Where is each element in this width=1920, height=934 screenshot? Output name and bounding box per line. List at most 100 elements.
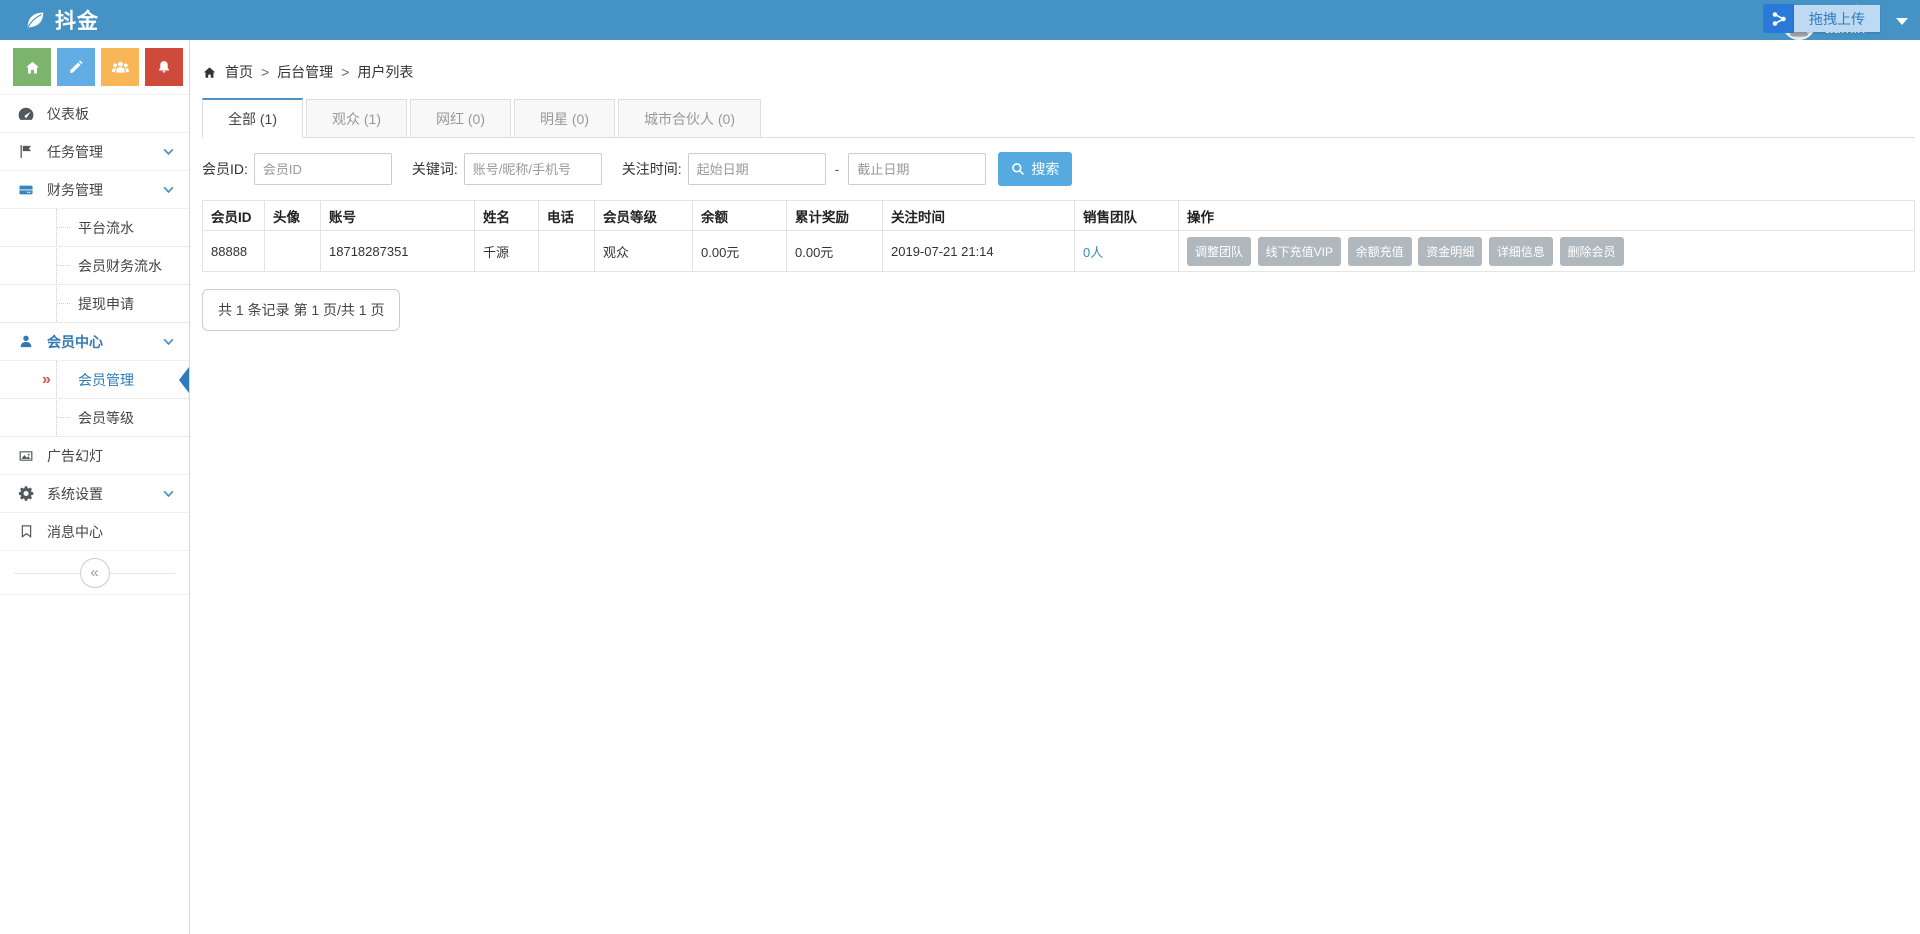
gauge-icon	[14, 105, 38, 123]
search-bar: 会员ID: 关键词: 关注时间: - 搜索	[202, 152, 1915, 186]
follow-time-label: 关注时间:	[622, 159, 682, 179]
col-phone: 电话	[539, 201, 595, 231]
submenu-item-label: 会员财务流水	[78, 256, 162, 276]
tab-all[interactable]: 全部 (1)	[202, 98, 303, 138]
date-range-separator: -	[835, 161, 840, 177]
app-logo: 抖金	[24, 0, 99, 40]
tab-star[interactable]: 明星 (0)	[514, 99, 615, 138]
sales-team-link[interactable]: 0人	[1083, 245, 1103, 260]
sidebar-item-member-management[interactable]: » 会员管理	[0, 361, 189, 399]
adjust-team-button[interactable]: 调整团队	[1187, 237, 1251, 266]
delete-member-button[interactable]: 删除会员	[1560, 237, 1624, 266]
sidebar-item-message-center[interactable]: 消息中心	[0, 513, 189, 551]
col-avatar: 头像	[265, 201, 321, 231]
submenu-item-label: 平台流水	[78, 218, 134, 238]
breadcrumb-item[interactable]: 后台管理	[277, 62, 333, 82]
app-title: 抖金	[55, 5, 99, 35]
main-content: 首页 > 后台管理 > 用户列表 全部 (1) 观众 (1) 网红 (0) 明星…	[190, 40, 1920, 934]
breadcrumb: 首页 > 后台管理 > 用户列表	[202, 62, 1915, 82]
col-sales-team: 销售团队	[1075, 201, 1179, 231]
users-group-icon	[111, 59, 130, 76]
col-account: 账号	[321, 201, 475, 231]
sidebar-item-withdraw-request[interactable]: 提现申请	[0, 285, 189, 323]
gear-icon	[14, 485, 38, 502]
members-shortcut-button[interactable]	[101, 48, 139, 86]
hdd-icon	[14, 182, 38, 198]
home-icon	[202, 65, 217, 80]
bookmark-icon	[14, 523, 38, 540]
sidebar-item-member-finance-flow[interactable]: 会员财务流水	[0, 247, 189, 285]
fund-detail-button[interactable]: 资金明细	[1418, 237, 1482, 266]
search-button[interactable]: 搜索	[998, 152, 1072, 186]
edit-shortcut-button[interactable]	[57, 48, 95, 86]
member-type-tabs: 全部 (1) 观众 (1) 网红 (0) 明星 (0) 城市合伙人 (0)	[202, 98, 1915, 138]
cell-follow-time: 2019-07-21 21:14	[883, 231, 1075, 272]
tab-city-partner[interactable]: 城市合伙人 (0)	[618, 99, 761, 138]
member-table: 会员ID 头像 账号 姓名 电话 会员等级 余额 累计奖励 关注时间 销售团队 …	[202, 200, 1915, 272]
cell-sales-team: 0人	[1075, 231, 1179, 272]
finance-submenu: 平台流水 会员财务流水 提现申请	[0, 209, 189, 323]
leaf-icon	[24, 9, 46, 31]
balance-recharge-button[interactable]: 余额充值	[1348, 237, 1412, 266]
chevron-down-icon	[162, 145, 175, 158]
home-shortcut-button[interactable]	[13, 48, 51, 86]
end-date-input[interactable]	[848, 153, 986, 185]
tab-audience[interactable]: 观众 (1)	[306, 99, 407, 138]
tab-influencer[interactable]: 网红 (0)	[410, 99, 511, 138]
cell-balance: 0.00元	[693, 231, 787, 272]
col-follow-time: 关注时间	[883, 201, 1075, 231]
sidebar-item-member-center[interactable]: 会员中心	[0, 323, 189, 361]
col-actions: 操作	[1179, 201, 1915, 231]
submenu-item-label: 提现申请	[78, 294, 134, 314]
member-submenu: » 会员管理 会员等级	[0, 361, 189, 437]
breadcrumb-item: 用户列表	[357, 62, 413, 82]
member-id-input[interactable]	[254, 153, 392, 185]
cell-account: 18718287351	[321, 231, 475, 272]
share-nodes-icon	[1763, 4, 1794, 33]
offline-vip-recharge-button[interactable]: 线下充值VIP	[1258, 237, 1341, 266]
sidebar-item-ad-slides[interactable]: 广告幻灯	[0, 437, 189, 475]
detail-info-button[interactable]: 详细信息	[1489, 237, 1553, 266]
col-level: 会员等级	[595, 201, 693, 231]
sidebar-item-label: 广告幻灯	[47, 446, 103, 466]
sidebar-item-platform-flow[interactable]: 平台流水	[0, 209, 189, 247]
sidebar-item-label: 仪表板	[47, 104, 89, 124]
col-total-reward: 累计奖励	[787, 201, 883, 231]
sidebar-item-label: 系统设置	[47, 484, 103, 504]
cell-name: 千源	[475, 231, 539, 272]
member-id-label: 会员ID:	[202, 159, 248, 179]
sidebar: 仪表板 任务管理 财务管理	[0, 40, 190, 934]
double-angle-right-icon: »	[42, 372, 51, 388]
sidebar-item-finance[interactable]: 财务管理	[0, 171, 189, 209]
sidebar-collapse-button[interactable]: «	[80, 558, 110, 588]
keyword-input[interactable]	[464, 153, 602, 185]
col-member-id: 会员ID	[203, 201, 265, 231]
breadcrumb-item[interactable]: 首页	[225, 62, 253, 82]
drag-upload-overlay[interactable]: 拖拽上传	[1763, 4, 1880, 33]
sidebar-menu: 仪表板 任务管理 财务管理	[0, 95, 189, 551]
bell-icon	[156, 59, 172, 76]
sidebar-item-label: 会员中心	[47, 332, 103, 352]
image-icon	[14, 448, 38, 464]
sidebar-item-tasks[interactable]: 任务管理	[0, 133, 189, 171]
home-icon	[24, 59, 41, 76]
cell-avatar	[265, 231, 321, 272]
submenu-item-label: 会员管理	[78, 370, 134, 390]
topbar: 抖金 欢迎光临, admin	[0, 0, 1920, 40]
drag-upload-label: 拖拽上传	[1794, 5, 1880, 32]
notifications-shortcut-button[interactable]	[145, 48, 183, 86]
chevron-down-icon	[162, 335, 175, 348]
pencil-icon	[68, 59, 84, 75]
sidebar-item-label: 消息中心	[47, 522, 103, 542]
sidebar-item-dashboard[interactable]: 仪表板	[0, 95, 189, 133]
col-name: 姓名	[475, 201, 539, 231]
shortcut-bar	[0, 40, 189, 95]
caret-down-icon	[1896, 18, 1908, 25]
sidebar-item-member-level[interactable]: 会员等级	[0, 399, 189, 437]
sidebar-item-label: 任务管理	[47, 142, 103, 162]
cell-level: 观众	[595, 231, 693, 272]
flag-icon	[14, 143, 38, 160]
cell-total-reward: 0.00元	[787, 231, 883, 272]
start-date-input[interactable]	[688, 153, 826, 185]
sidebar-item-system-settings[interactable]: 系统设置	[0, 475, 189, 513]
